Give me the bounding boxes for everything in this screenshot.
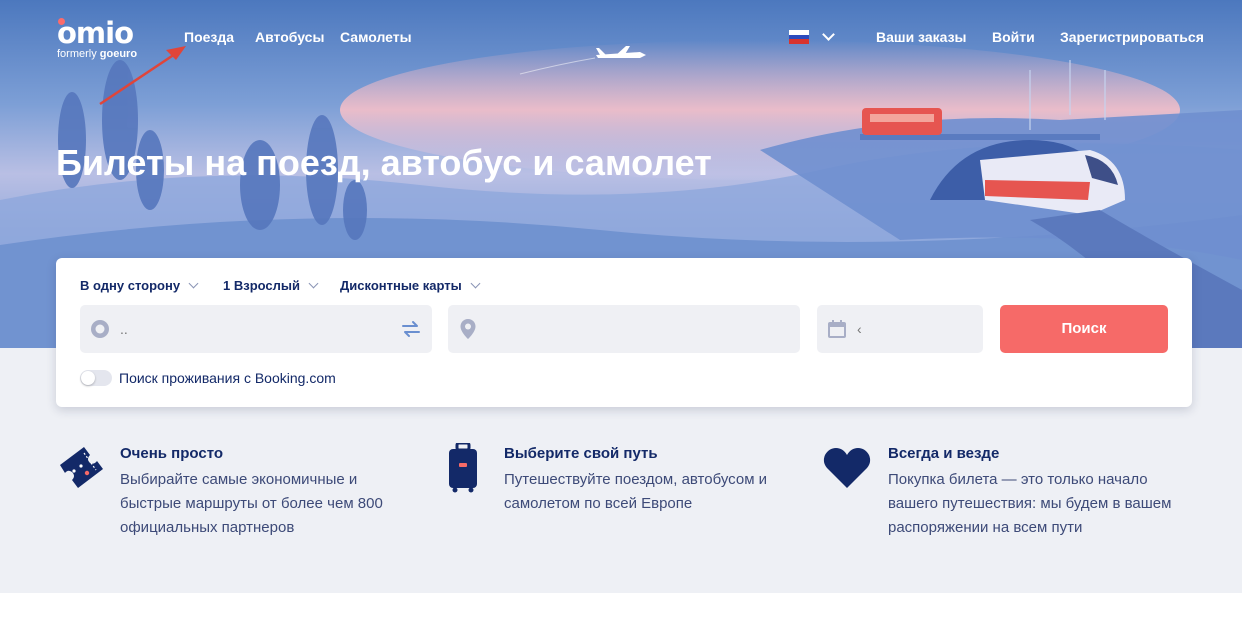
origin-field[interactable] <box>80 305 432 353</box>
search-button[interactable]: Поиск <box>1000 305 1168 353</box>
feature-title: Очень просто <box>120 445 224 462</box>
location-pin-icon <box>460 319 476 339</box>
heart-icon <box>823 448 871 488</box>
feature-simple: Очень просто Выбирайте самые экономичные… <box>120 445 450 540</box>
ticket-icon <box>60 447 103 488</box>
my-bookings-link[interactable]: Ваши заказы <box>876 29 967 45</box>
feature-description: Покупка билета — это только начало вашег… <box>888 471 1172 536</box>
feature-always: Всегда и везде Покупка билета — это толь… <box>888 445 1218 540</box>
origin-input[interactable] <box>120 305 380 353</box>
suitcase-icon <box>449 443 477 493</box>
booking-toggle[interactable] <box>80 370 112 386</box>
feature-description: Путешествуйте поездом, автобусом и самол… <box>504 471 768 512</box>
feature-title: Всегда и везде <box>888 445 1000 462</box>
logo-dot <box>58 18 65 25</box>
date-input[interactable] <box>857 305 967 353</box>
chevron-down-icon <box>188 278 199 289</box>
feature-description: Выбирайте самые экономичные и быстрые ма… <box>120 471 383 536</box>
chevron-down-icon <box>470 278 481 289</box>
toggle-knob <box>81 371 95 385</box>
date-field[interactable] <box>817 305 983 353</box>
search-panel: В одну сторону 1 Взрослый Дисконтные кар… <box>56 258 1192 407</box>
booking-toggle-label: Поиск проживания с Booking.com <box>119 370 336 386</box>
trip-type-dropdown[interactable]: В одну сторону <box>80 278 199 293</box>
bus-illustration <box>862 108 942 135</box>
feature-choose-route: Выберите свой путь Путешествуйте поездом… <box>504 445 834 516</box>
register-link[interactable]: Зарегистрироваться <box>1060 29 1204 45</box>
swap-icon[interactable] <box>400 318 422 340</box>
chevron-down-icon <box>308 278 319 289</box>
nav-trains[interactable]: Поезда <box>184 29 234 45</box>
feature-title: Выберите свой путь <box>504 445 658 462</box>
discount-cards-dropdown[interactable]: Дисконтные карты <box>340 278 481 293</box>
page: omio formerly goeuro Поезда Автобусы Сам… <box>0 0 1242 630</box>
passengers-dropdown[interactable]: 1 Взрослый <box>223 278 319 293</box>
nav-buses[interactable]: Автобусы <box>255 29 324 45</box>
nav-flights[interactable]: Самолеты <box>340 29 412 45</box>
login-link[interactable]: Войти <box>992 29 1035 45</box>
calendar-icon <box>828 320 846 338</box>
omio-logo[interactable]: omio formerly goeuro <box>57 18 137 60</box>
destination-field[interactable] <box>448 305 800 353</box>
page-footer-area <box>0 593 1242 630</box>
logo-text: omio <box>57 16 134 50</box>
russia-flag-icon[interactable] <box>789 30 809 44</box>
origin-circle-icon <box>91 320 109 338</box>
hero-headline: Билеты на поезд, автобус и самолет <box>56 142 712 183</box>
destination-input[interactable] <box>488 305 788 353</box>
